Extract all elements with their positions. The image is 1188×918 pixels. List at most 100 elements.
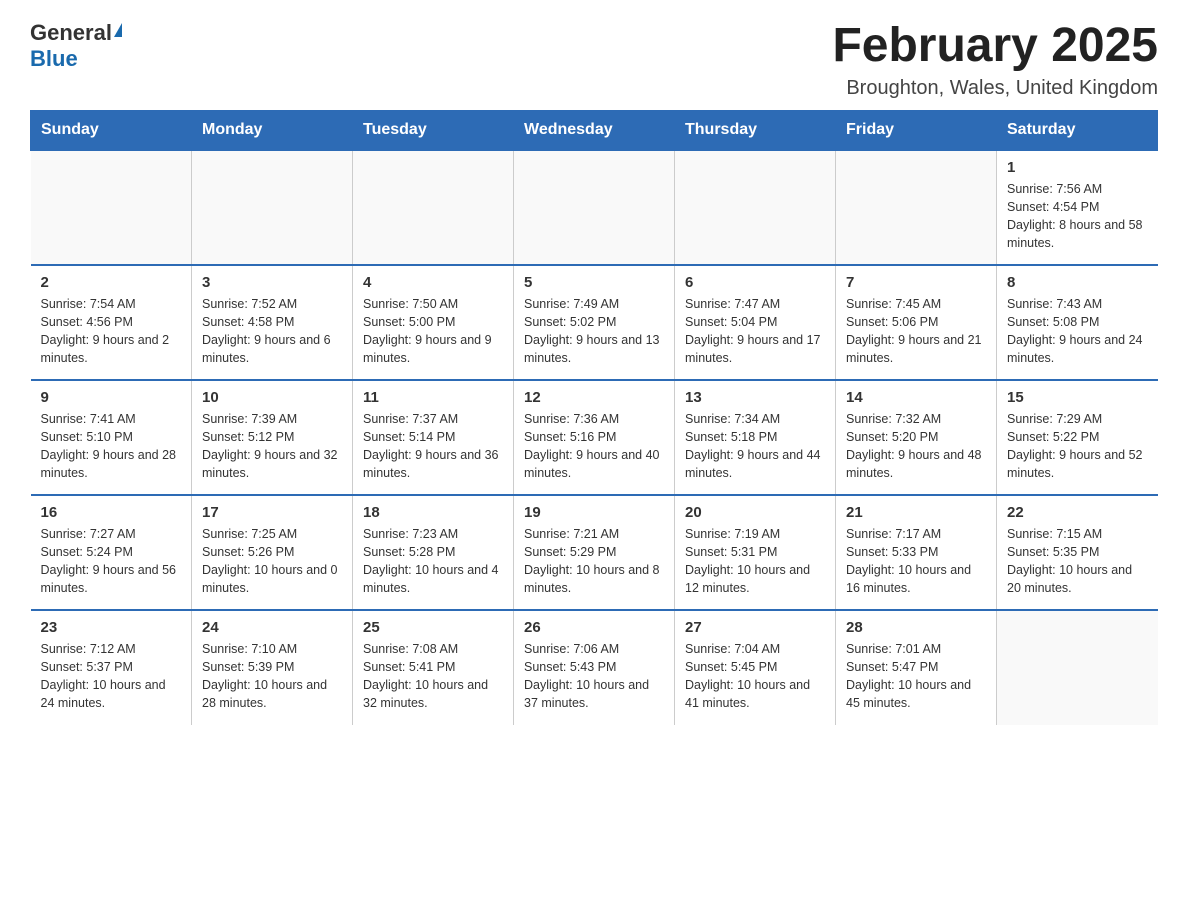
title-area: February 2025 Broughton, Wales, United K…	[832, 20, 1158, 100]
calendar-cell: 20Sunrise: 7:19 AMSunset: 5:31 PMDayligh…	[675, 495, 836, 610]
header-thursday: Thursday	[675, 110, 836, 150]
logo-blue-text: Blue	[30, 46, 78, 71]
day-number: 23	[41, 619, 182, 636]
day-number: 27	[685, 619, 825, 636]
calendar-week-row: 2 Sunrise: 7:54 AMSunset: 4:56 PMDaylight…	[31, 265, 1158, 380]
day-info: Sunrise: 7:52 AMSunset: 4:58 PMDaylight:…	[202, 295, 342, 368]
calendar-cell: 27 Sunrise: 7:04 AMSunset: 5:45 PMDayligh…	[675, 610, 836, 725]
day-number: 12	[524, 389, 664, 406]
day-number: 3	[202, 274, 342, 291]
day-info: Sunrise: 7:10 AMSunset: 5:39 PMDaylight:…	[202, 640, 342, 713]
day-number: 9	[41, 389, 182, 406]
day-info: Sunrise: 7:06 AMSunset: 5:43 PMDaylight:…	[524, 640, 664, 713]
day-info: Sunrise: 7:15 AMSunset: 5:35 PMDaylight:…	[1007, 525, 1148, 598]
day-number: 26	[524, 619, 664, 636]
page-header: General Blue February 2025 Broughton, Wa…	[30, 20, 1158, 100]
day-number: 17	[202, 504, 342, 521]
calendar-cell: 26 Sunrise: 7:06 AMSunset: 5:43 PMDayligh…	[514, 610, 675, 725]
logo-triangle-icon	[114, 23, 122, 37]
day-info: Sunrise: 7:32 AMSunset: 5:20 PMDaylight:…	[846, 410, 986, 483]
calendar-cell: 23 Sunrise: 7:12 AMSunset: 5:37 PMDayligh…	[31, 610, 192, 725]
day-info: Sunrise: 7:17 AMSunset: 5:33 PMDaylight:…	[846, 525, 986, 598]
calendar-cell: 24 Sunrise: 7:10 AMSunset: 5:39 PMDayligh…	[192, 610, 353, 725]
day-number: 21	[846, 504, 986, 521]
calendar-body: 1 Sunrise: 7:56 AMSunset: 4:54 PMDaylight…	[31, 150, 1158, 725]
calendar-cell: 3 Sunrise: 7:52 AMSunset: 4:58 PMDaylight…	[192, 265, 353, 380]
calendar-week-row: 1 Sunrise: 7:56 AMSunset: 4:54 PMDaylight…	[31, 150, 1158, 265]
calendar-cell: 12 Sunrise: 7:36 AMSunset: 5:16 PMDayligh…	[514, 380, 675, 495]
calendar-cell	[192, 150, 353, 265]
day-info: Sunrise: 7:45 AMSunset: 5:06 PMDaylight:…	[846, 295, 986, 368]
calendar-cell: 9 Sunrise: 7:41 AMSunset: 5:10 PMDaylight…	[31, 380, 192, 495]
calendar-cell: 15 Sunrise: 7:29 AMSunset: 5:22 PMDayligh…	[997, 380, 1158, 495]
day-info: Sunrise: 7:08 AMSunset: 5:41 PMDaylight:…	[363, 640, 503, 713]
day-number: 25	[363, 619, 503, 636]
header-friday: Friday	[836, 110, 997, 150]
calendar-cell: 8 Sunrise: 7:43 AMSunset: 5:08 PMDaylight…	[997, 265, 1158, 380]
day-info: Sunrise: 7:49 AMSunset: 5:02 PMDaylight:…	[524, 295, 664, 368]
header-tuesday: Tuesday	[353, 110, 514, 150]
calendar-cell: 1 Sunrise: 7:56 AMSunset: 4:54 PMDaylight…	[997, 150, 1158, 265]
day-number: 5	[524, 274, 664, 291]
day-info: Sunrise: 7:37 AMSunset: 5:14 PMDaylight:…	[363, 410, 503, 483]
day-number: 1	[1007, 159, 1148, 176]
day-number: 16	[41, 504, 182, 521]
day-info: Sunrise: 7:36 AMSunset: 5:16 PMDaylight:…	[524, 410, 664, 483]
calendar-cell: 17 Sunrise: 7:25 AMSunset: 5:26 PMDayligh…	[192, 495, 353, 610]
day-info: Sunrise: 7:54 AMSunset: 4:56 PMDaylight:…	[41, 295, 182, 368]
calendar-cell	[675, 150, 836, 265]
day-number: 7	[846, 274, 986, 291]
calendar-cell: 13Sunrise: 7:34 AMSunset: 5:18 PMDayligh…	[675, 380, 836, 495]
calendar-cell: 11 Sunrise: 7:37 AMSunset: 5:14 PMDayligh…	[353, 380, 514, 495]
calendar-cell	[31, 150, 192, 265]
day-number: 15	[1007, 389, 1148, 406]
day-number: 20	[685, 504, 825, 521]
day-info: Sunrise: 7:39 AMSunset: 5:12 PMDaylight:…	[202, 410, 342, 483]
logo: General Blue	[30, 20, 122, 72]
calendar-cell: 10 Sunrise: 7:39 AMSunset: 5:12 PMDayligh…	[192, 380, 353, 495]
day-info: Sunrise: 7:12 AMSunset: 5:37 PMDaylight:…	[41, 640, 182, 713]
day-info: Sunrise: 7:04 AMSunset: 5:45 PMDaylight:…	[685, 640, 825, 713]
header-monday: Monday	[192, 110, 353, 150]
day-number: 6	[685, 274, 825, 291]
calendar-cell: 4Sunrise: 7:50 AMSunset: 5:00 PMDaylight…	[353, 265, 514, 380]
day-number: 22	[1007, 504, 1148, 521]
day-info: Sunrise: 7:29 AMSunset: 5:22 PMDaylight:…	[1007, 410, 1148, 483]
calendar-cell: 25 Sunrise: 7:08 AMSunset: 5:41 PMDayligh…	[353, 610, 514, 725]
day-info: Sunrise: 7:34 AMSunset: 5:18 PMDaylight:…	[685, 410, 825, 483]
calendar-header: Sunday Monday Tuesday Wednesday Thursday…	[31, 110, 1158, 150]
day-info: Sunrise: 7:47 AMSunset: 5:04 PMDaylight:…	[685, 295, 825, 368]
header-wednesday: Wednesday	[514, 110, 675, 150]
calendar-cell: 5 Sunrise: 7:49 AMSunset: 5:02 PMDaylight…	[514, 265, 675, 380]
calendar-cell: 19 Sunrise: 7:21 AMSunset: 5:29 PMDayligh…	[514, 495, 675, 610]
day-info: Sunrise: 7:50 AMSunset: 5:00 PMDaylight:…	[363, 295, 503, 368]
calendar-cell	[353, 150, 514, 265]
calendar-table: Sunday Monday Tuesday Wednesday Thursday…	[30, 110, 1158, 725]
day-info: Sunrise: 7:23 AMSunset: 5:28 PMDaylight:…	[363, 525, 503, 598]
calendar-week-row: 23 Sunrise: 7:12 AMSunset: 5:37 PMDayligh…	[31, 610, 1158, 725]
calendar-cell: 6 Sunrise: 7:47 AMSunset: 5:04 PMDaylight…	[675, 265, 836, 380]
calendar-cell: 14Sunrise: 7:32 AMSunset: 5:20 PMDayligh…	[836, 380, 997, 495]
day-info: Sunrise: 7:21 AMSunset: 5:29 PMDaylight:…	[524, 525, 664, 598]
day-number: 18	[363, 504, 503, 521]
day-number: 24	[202, 619, 342, 636]
day-number: 10	[202, 389, 342, 406]
day-info: Sunrise: 7:43 AMSunset: 5:08 PMDaylight:…	[1007, 295, 1148, 368]
calendar-cell: 16Sunrise: 7:27 AMSunset: 5:24 PMDayligh…	[31, 495, 192, 610]
day-number: 11	[363, 389, 503, 406]
day-info: Sunrise: 7:56 AMSunset: 4:54 PMDaylight:…	[1007, 180, 1148, 253]
calendar-cell: 2 Sunrise: 7:54 AMSunset: 4:56 PMDaylight…	[31, 265, 192, 380]
day-info: Sunrise: 7:25 AMSunset: 5:26 PMDaylight:…	[202, 525, 342, 598]
calendar-cell: 21 Sunrise: 7:17 AMSunset: 5:33 PMDayligh…	[836, 495, 997, 610]
day-number: 2	[41, 274, 182, 291]
logo-general-text: General	[30, 20, 112, 46]
calendar-cell: 28Sunrise: 7:01 AMSunset: 5:47 PMDayligh…	[836, 610, 997, 725]
day-number: 28	[846, 619, 986, 636]
calendar-week-row: 16Sunrise: 7:27 AMSunset: 5:24 PMDayligh…	[31, 495, 1158, 610]
calendar-cell: 7 Sunrise: 7:45 AMSunset: 5:06 PMDaylight…	[836, 265, 997, 380]
month-title: February 2025	[832, 20, 1158, 73]
day-number: 8	[1007, 274, 1148, 291]
calendar-cell	[836, 150, 997, 265]
day-number: 19	[524, 504, 664, 521]
day-info: Sunrise: 7:41 AMSunset: 5:10 PMDaylight:…	[41, 410, 182, 483]
